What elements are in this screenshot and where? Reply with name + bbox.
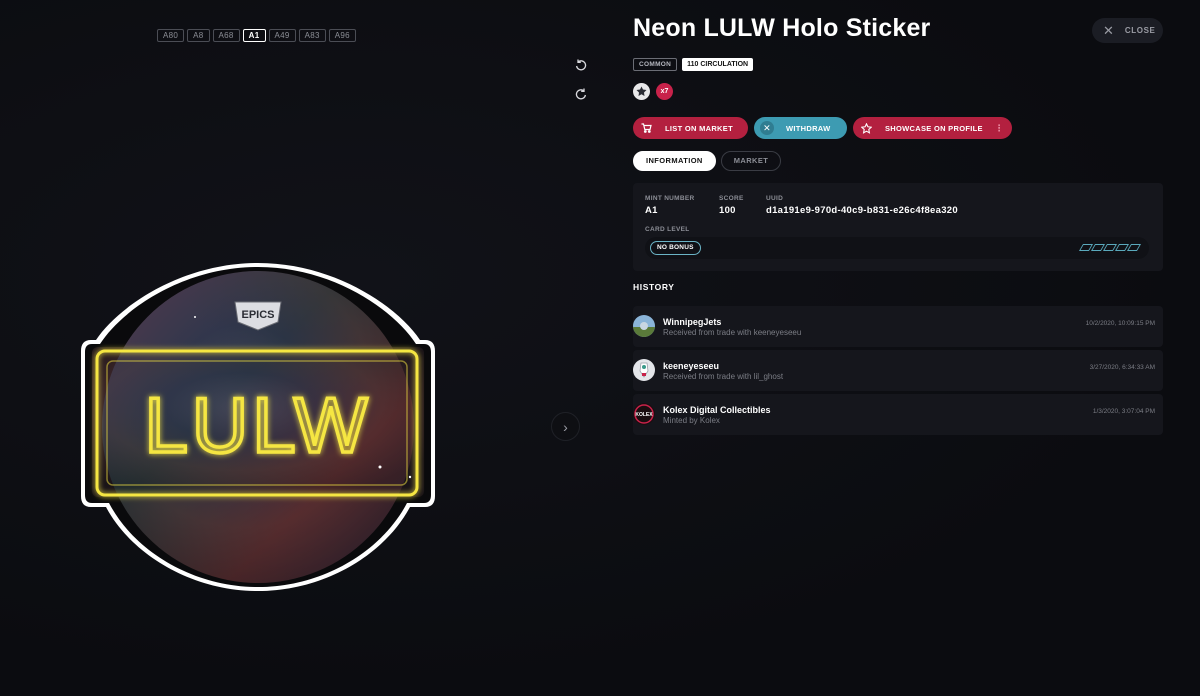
card-level-label: CARD LEVEL <box>645 226 690 233</box>
card-meta-icons: x7 <box>633 83 673 100</box>
level-pips <box>1078 244 1142 251</box>
no-bonus-badge: NO BONUS <box>650 241 701 255</box>
copies-count-badge: x7 <box>656 83 673 100</box>
team-logo-icon[interactable] <box>633 83 650 100</box>
score-label: SCORE <box>719 195 744 202</box>
history-row: WinnipegJets Received from trade with ke… <box>633 306 1163 347</box>
avatar[interactable] <box>633 359 655 381</box>
list-on-market-button[interactable]: LIST ON MARKET <box>633 117 748 139</box>
mint-tab[interactable]: A68 <box>212 29 240 42</box>
history-description: Received from trade with keeneyeseeu <box>663 328 802 337</box>
mint-tab[interactable]: A83 <box>298 29 326 42</box>
mint-number-value: A1 <box>645 205 658 216</box>
history-user[interactable]: WinnipegJets <box>663 317 721 327</box>
level-pip <box>1126 244 1142 251</box>
chevron-right-icon: › <box>563 418 568 435</box>
showcase-label: SHOWCASE ON PROFILE <box>885 123 983 133</box>
svg-text:LULW: LULW <box>145 381 372 469</box>
info-tabs: INFORMATION MARKET <box>633 151 782 171</box>
next-image-button[interactable]: › <box>551 412 580 441</box>
mint-tab[interactable]: A96 <box>328 29 356 42</box>
information-panel: MINT NUMBER A1 SCORE 100 UUID d1a191e9-9… <box>633 183 1163 271</box>
showcase-on-profile-button[interactable]: SHOWCASE ON PROFILE ⋮ <box>853 117 1012 139</box>
card-detail-page: A80 A8 A68 A1 A49 A83 A96 EPICS LULW › N… <box>0 0 1200 696</box>
mint-tab[interactable]: A49 <box>268 29 296 42</box>
circulation-badge: 110 CIRCULATION <box>682 58 754 71</box>
list-on-market-label: LIST ON MARKET <box>665 123 733 133</box>
history-heading: HISTORY <box>633 282 675 292</box>
mint-tab[interactable]: A80 <box>157 29 185 42</box>
mint-number-tabs: A80 A8 A68 A1 A49 A83 A96 <box>157 29 356 42</box>
card-title: Neon LULW Holo Sticker <box>633 14 931 42</box>
history-timestamp: 3/27/2020, 6:34:33 AM <box>1089 364 1155 371</box>
svg-text:KOLEX: KOLEX <box>635 412 653 418</box>
withdraw-label: WITHDRAW <box>786 123 831 133</box>
rotate-left-icon[interactable] <box>574 58 588 72</box>
rotate-right-icon[interactable] <box>574 87 588 101</box>
uuid-value: d1a191e9-970d-40c9-b831-e26c4f8ea320 <box>766 205 958 216</box>
card-level-bar: NO BONUS <box>645 237 1149 259</box>
close-icon: ✕ <box>1103 23 1114 38</box>
score-value: 100 <box>719 205 736 216</box>
history-row: KOLEX Kolex Digital Collectibles Minted … <box>633 394 1163 435</box>
tab-market[interactable]: MARKET <box>720 151 782 171</box>
mint-number-label: MINT NUMBER <box>645 195 695 202</box>
history-description: Received from trade with lil_ghost <box>663 372 784 381</box>
card-actions: LIST ON MARKET ✕ WITHDRAW SHOWCASE ON PR… <box>633 117 1012 139</box>
svg-text:EPICS: EPICS <box>241 309 274 321</box>
history-row: keeneyeseeu Received from trade with lil… <box>633 350 1163 391</box>
tab-information[interactable]: INFORMATION <box>633 151 716 171</box>
card-badges: COMMON 110 CIRCULATION <box>633 58 754 71</box>
sticker-artwork: EPICS LULW <box>80 262 436 592</box>
avatar[interactable]: KOLEX <box>633 403 655 425</box>
rarity-badge: COMMON <box>633 58 678 71</box>
cart-icon <box>639 121 653 135</box>
history-user[interactable]: keeneyeseeu <box>663 361 719 371</box>
mint-tab-active[interactable]: A1 <box>242 29 266 42</box>
withdraw-icon: ✕ <box>760 121 774 135</box>
history-timestamp: 10/2/2020, 10:09:15 PM <box>1085 320 1155 327</box>
mint-tab[interactable]: A8 <box>187 29 210 42</box>
history-user[interactable]: Kolex Digital Collectibles <box>663 405 771 415</box>
avatar[interactable] <box>633 315 655 337</box>
more-options-icon[interactable]: ⋮ <box>995 123 1004 134</box>
history-timestamp: 1/3/2020, 3:07:04 PM <box>1092 408 1155 415</box>
star-icon <box>859 121 873 135</box>
history-description: Minted by Kolex <box>663 416 720 425</box>
close-label: CLOSE <box>1124 26 1156 35</box>
uuid-label: UUID <box>766 195 784 202</box>
withdraw-button[interactable]: ✕ WITHDRAW <box>754 117 847 139</box>
close-button[interactable]: ✕ CLOSE <box>1092 18 1163 43</box>
